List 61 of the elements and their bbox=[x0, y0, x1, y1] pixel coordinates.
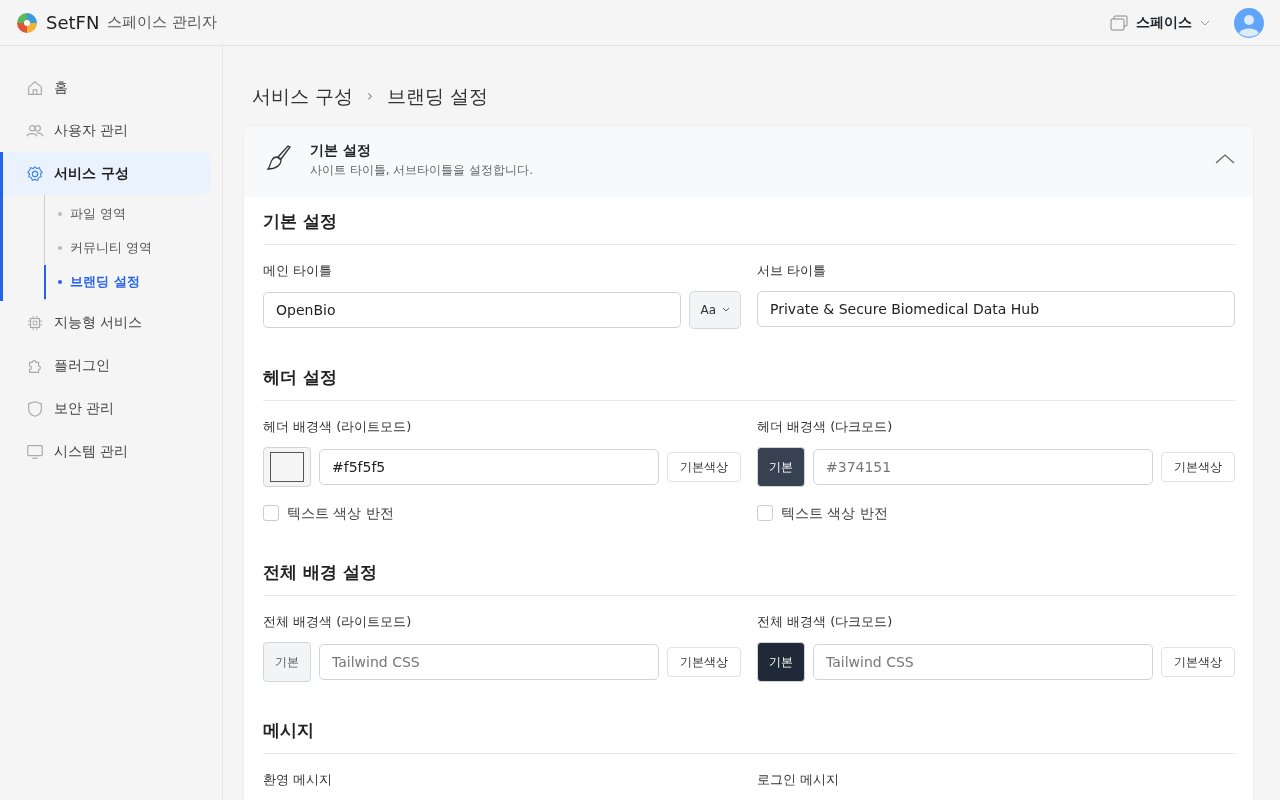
section-title: 헤더 설정 bbox=[263, 352, 1235, 401]
field-label: 헤더 배경색 (다크모드) bbox=[757, 418, 894, 436]
chip-icon bbox=[26, 313, 44, 332]
field-label: 전체 배경색 (다크모드) bbox=[757, 613, 894, 631]
sidebar-subitem[interactable]: 커뮤니티 영역 bbox=[44, 231, 159, 265]
field-label: 헤더 배경색 (라이트모드) bbox=[263, 418, 413, 436]
section-title: 기본 설정 bbox=[263, 196, 1235, 245]
field-label: 서브 타이틀 bbox=[757, 262, 828, 280]
avatar-icon[interactable] bbox=[1234, 7, 1264, 38]
reset-color-button[interactable]: 기본색상 bbox=[1161, 646, 1235, 677]
text-field[interactable]: Private & Secure Biomedical Data Hub bbox=[757, 290, 1235, 327]
sidebar-item[interactable]: 지능형 서비스 bbox=[0, 301, 211, 344]
sidebar-item[interactable]: 사용자 관리 bbox=[0, 109, 211, 152]
card-title: 기본 설정 bbox=[310, 140, 372, 160]
color-swatch[interactable]: 기본 bbox=[757, 641, 805, 682]
app-subtitle: 스페이스 관리자 bbox=[107, 12, 218, 34]
color-field[interactable]: #f5f5f5 bbox=[319, 448, 659, 485]
section-title: 메시지 bbox=[263, 705, 1235, 754]
sidebar-item[interactable]: 보안 관리 bbox=[0, 387, 211, 430]
sidebar-item[interactable]: 홈 bbox=[0, 66, 211, 109]
brand-name: SetFN bbox=[46, 11, 100, 35]
checkbox-label: 텍스트 색상 반전 bbox=[287, 503, 394, 523]
breadcrumb-item: 브랜딩 설정 bbox=[387, 84, 489, 109]
chevron-up-icon[interactable] bbox=[1215, 154, 1235, 164]
sidebar-subitem[interactable]: 브랜딩 설정 bbox=[44, 265, 146, 299]
sidebar-item[interactable]: 플러그인 bbox=[0, 344, 211, 387]
space-menu[interactable]: 스페이스 bbox=[1110, 12, 1210, 33]
color-swatch[interactable] bbox=[263, 446, 311, 487]
card-header[interactable]: 기본 설정 사이트 타이틀, 서브타이틀을 설정합니다. bbox=[244, 125, 1253, 197]
chevron-down-icon bbox=[722, 307, 730, 312]
breadcrumb-separator: › bbox=[367, 86, 374, 107]
breadcrumb-item[interactable]: 서비스 구성 bbox=[252, 82, 354, 111]
section-title: 전체 배경 설정 bbox=[263, 547, 1235, 596]
sidebar-item[interactable]: 시스템 관리 bbox=[0, 430, 211, 473]
reset-color-button[interactable]: 기본색상 bbox=[667, 646, 741, 677]
window-icon bbox=[1110, 14, 1128, 31]
color-swatch[interactable]: 기본 bbox=[263, 641, 311, 682]
font-button[interactable]: Aa bbox=[689, 290, 741, 329]
color-field[interactable]: Tailwind CSS bbox=[813, 643, 1153, 680]
shield-icon bbox=[26, 399, 44, 418]
text-field[interactable]: OpenBio bbox=[263, 291, 682, 328]
card-description: 사이트 타이틀, 서브타이틀을 설정합니다. bbox=[310, 161, 535, 179]
monitor-icon bbox=[26, 442, 44, 461]
checkbox[interactable] bbox=[263, 505, 279, 521]
field-label: 전체 배경색 (라이트모드) bbox=[263, 613, 413, 631]
checkbox-label: 텍스트 색상 반전 bbox=[781, 503, 888, 523]
reset-color-button[interactable]: 기본색상 bbox=[667, 451, 741, 482]
logo-icon bbox=[16, 11, 38, 34]
field-label: 메인 타이틀 bbox=[263, 262, 334, 280]
checkbox[interactable] bbox=[757, 505, 773, 521]
gear-icon bbox=[26, 164, 44, 183]
home-icon bbox=[26, 78, 44, 97]
color-field[interactable]: #374151 bbox=[813, 448, 1153, 485]
sidebar-item[interactable]: 서비스 구성 bbox=[0, 152, 211, 195]
color-field[interactable]: Tailwind CSS bbox=[319, 643, 659, 680]
chevron-down-icon bbox=[1200, 19, 1210, 26]
color-swatch[interactable]: 기본 bbox=[757, 446, 805, 487]
reset-color-button[interactable]: 기본색상 bbox=[1161, 451, 1235, 482]
field-label: 로그인 메시지 bbox=[757, 771, 841, 789]
sidebar-subitem[interactable]: 파일 영역 bbox=[44, 197, 133, 231]
field-label: 환영 메시지 bbox=[263, 771, 334, 789]
